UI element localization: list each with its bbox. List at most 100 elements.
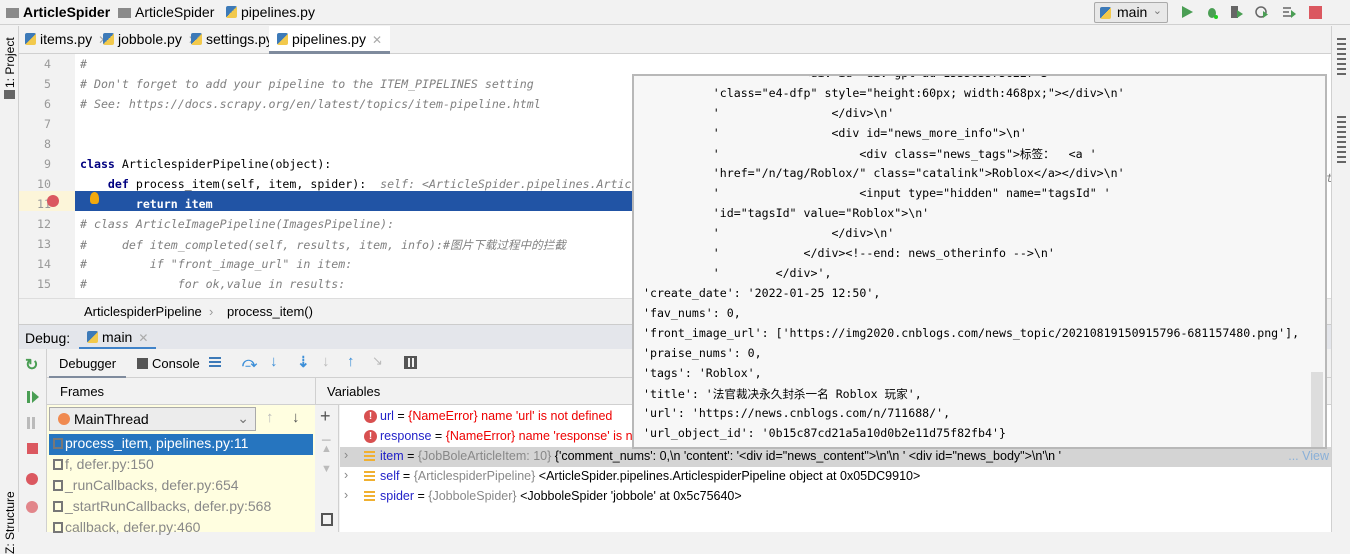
frame-item[interactable]: callback, defer.py:460 xyxy=(49,518,313,539)
run-config-selector[interactable]: main ⌄ xyxy=(1094,2,1168,23)
variable-row[interactable]: › spider = {JobboleSpider} <JobboleSpider… xyxy=(340,487,1331,507)
line-number: 5 xyxy=(44,77,51,91)
rerun-icon[interactable]: ↻ xyxy=(25,355,38,375)
breadcrumb-method[interactable]: process_item() xyxy=(227,304,313,319)
next-frame-icon[interactable]: ↓ xyxy=(292,409,300,426)
thread-icon xyxy=(58,413,70,425)
step-out-icon[interactable]: ↑ xyxy=(347,353,355,370)
move-up-icon[interactable]: ▲ xyxy=(321,443,332,455)
code-line[interactable]: return item xyxy=(80,197,213,211)
show-execution-point-icon[interactable]: ⤼ xyxy=(242,354,257,371)
popup-line: 'class="e4-dfp" style="height:60px; widt… xyxy=(636,86,1125,100)
structure-tool-button[interactable]: Z: Structure xyxy=(3,491,17,554)
close-icon[interactable]: ✕ xyxy=(138,331,148,345)
breadcrumb-project[interactable]: ArticleSpider xyxy=(6,4,110,20)
folder-icon xyxy=(118,8,131,18)
expand-arrow-icon[interactable]: › xyxy=(344,468,348,482)
chevron-down-icon: ⌄ xyxy=(1152,5,1162,17)
error-icon: ! xyxy=(364,430,377,443)
frame-item[interactable]: process_item, pipelines.py:11 xyxy=(49,434,313,455)
mute-breakpoints-icon[interactable] xyxy=(26,501,38,513)
view-link[interactable]: ... View xyxy=(1284,449,1329,463)
previous-frame-icon[interactable]: ↑ xyxy=(266,409,274,426)
popup-line: 'url': 'https://news.cnblogs.com/n/71168… xyxy=(636,406,951,420)
breakpoint-icon[interactable] xyxy=(47,195,59,207)
step-into-icon[interactable]: ⇣ xyxy=(297,353,310,371)
frame-item[interactable]: _runCallbacks, defer.py:654 xyxy=(49,476,313,497)
frame-label: _runCallbacks, defer.py:654 xyxy=(65,477,239,493)
code-line[interactable]: # def item_completed(self, results, item… xyxy=(80,237,566,253)
crumb-label: ArticleSpider xyxy=(135,4,215,20)
project-tool-button[interactable]: 1: Project xyxy=(3,37,17,88)
run-icon[interactable] xyxy=(1180,5,1194,19)
value-tooltip-popup[interactable]: <div id="div-gpt-ad-1535635756227-3" 'cl… xyxy=(632,74,1327,449)
sciview-tool-button[interactable] xyxy=(1337,38,1346,78)
debug-icon[interactable] xyxy=(1205,5,1219,19)
tab-console[interactable]: Console xyxy=(137,356,200,371)
debug-session-tab[interactable]: main ✕ xyxy=(79,325,157,350)
run-to-cursor-icon[interactable]: ↘ xyxy=(372,353,383,369)
lightbulb-icon[interactable] xyxy=(90,192,99,204)
tab-label: items.py xyxy=(40,31,93,47)
concurrency-icon[interactable] xyxy=(1282,5,1296,19)
expand-arrow-icon[interactable]: › xyxy=(344,448,348,462)
tab-label: Console xyxy=(152,356,200,371)
step-over-icon[interactable]: ↓ xyxy=(270,353,278,370)
pause-icon[interactable] xyxy=(27,417,35,429)
keyword: def xyxy=(80,177,129,191)
code-line[interactable]: # Don't forget to add your pipeline to t… xyxy=(80,77,534,91)
popup-line: ' </div>\n' xyxy=(636,226,895,240)
popup-scrollbar[interactable] xyxy=(1311,372,1323,447)
stop-icon[interactable] xyxy=(1309,6,1322,19)
tab-debugger[interactable]: Debugger xyxy=(49,349,127,378)
copy-watch-icon[interactable] xyxy=(321,513,333,526)
code-text: process_item(self, item, spider): xyxy=(128,177,367,191)
frame-item[interactable]: _startRunCallbacks, defer.py:568 xyxy=(49,497,313,518)
breadcrumb-file[interactable]: pipelines.py xyxy=(226,4,315,20)
step-into-my-code-icon[interactable]: ↓ xyxy=(322,353,330,370)
add-watch-icon[interactable]: + xyxy=(320,406,331,427)
coverage-icon[interactable] xyxy=(1230,5,1244,19)
variable-row[interactable]: › self = {ArticlespiderPipeline} <Article… xyxy=(340,467,1331,487)
code-line[interactable]: class ArticlespiderPipeline(object): xyxy=(80,157,331,171)
crumb-label: pipelines.py xyxy=(241,4,315,20)
left-tool-strip: 1: Project Z: Structure xyxy=(0,26,19,554)
popup-line: ' <div id="news_more_info">\n' xyxy=(636,126,1027,140)
layout-menu-icon[interactable] xyxy=(209,357,221,368)
tab-items[interactable]: items.py✕ xyxy=(25,31,108,47)
popup-line: ' <div class="news_tags">标签： <a ' xyxy=(636,147,1097,161)
frame-icon xyxy=(53,501,63,512)
view-breakpoints-icon[interactable] xyxy=(26,473,38,485)
frame-icon xyxy=(53,438,63,449)
right-tool-strip xyxy=(1331,26,1350,532)
expand-arrow-icon[interactable]: › xyxy=(344,488,348,502)
profile-icon[interactable] xyxy=(1255,5,1269,19)
run-config-label: main xyxy=(1117,4,1148,20)
breadcrumb-class[interactable]: ArticlespiderPipeline xyxy=(84,304,202,319)
chevron-down-icon: ⌄ xyxy=(237,410,249,426)
resume-icon[interactable] xyxy=(26,390,40,404)
code-line[interactable]: # for ok,value in results: xyxy=(80,277,345,291)
tab-label: settings.py xyxy=(206,31,273,47)
variable-name: spider xyxy=(380,489,415,503)
tab-jobbole[interactable]: jobbole.py✕ xyxy=(103,31,198,47)
code-line[interactable]: # class ArticleImagePipeline(ImagesPipel… xyxy=(80,217,394,231)
code-line[interactable]: # See: https://docs.scrapy.org/en/latest… xyxy=(80,97,541,111)
frame-item[interactable]: f, defer.py:150 xyxy=(49,455,313,476)
close-icon[interactable]: ✕ xyxy=(372,33,382,47)
popup-line: 'id="tagsId" value="Roblox">\n' xyxy=(636,206,930,220)
code-line[interactable]: # if "front_image_url" in item: xyxy=(80,257,352,271)
variable-row[interactable]: › item = {JobBoleArticleItem: 10} {'comme… xyxy=(340,447,1331,467)
evaluate-expression-icon[interactable] xyxy=(404,356,417,369)
python-file-icon xyxy=(226,6,237,18)
breadcrumb-folder[interactable]: ArticleSpider xyxy=(118,4,214,20)
thread-selector[interactable]: MainThread ⌄ xyxy=(49,407,256,431)
python-file-icon xyxy=(191,33,202,45)
move-down-icon[interactable]: ▼ xyxy=(321,463,332,475)
tab-label: jobbole.py xyxy=(118,31,182,47)
popup-line: 'href="/n/tag/Roblox/" class="catalink">… xyxy=(636,166,1125,180)
database-tool-button[interactable] xyxy=(1337,116,1346,166)
code-line[interactable]: # xyxy=(80,57,87,71)
stop-icon[interactable] xyxy=(27,443,38,454)
tab-pipelines[interactable]: pipelines.py ✕ xyxy=(269,26,390,54)
